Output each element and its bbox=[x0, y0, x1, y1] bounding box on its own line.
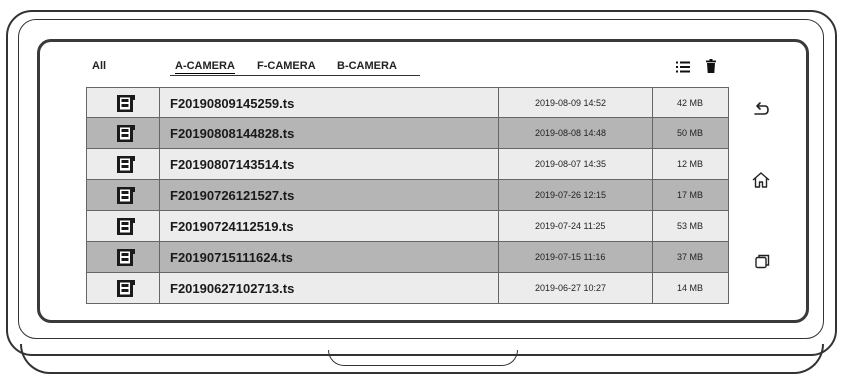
column-divider bbox=[159, 273, 160, 303]
video-file-icon bbox=[117, 249, 135, 266]
column-divider bbox=[159, 242, 160, 272]
file-row[interactable]: F20190809145259.ts 2019-08-09 14:52 42 MB bbox=[86, 87, 729, 118]
column-divider bbox=[498, 273, 499, 303]
file-date: 2019-06-27 10:27 bbox=[535, 283, 607, 293]
trash-icon[interactable] bbox=[706, 59, 716, 73]
file-date: 2019-07-24 11:25 bbox=[535, 221, 606, 231]
video-file-icon bbox=[117, 280, 135, 297]
column-divider bbox=[498, 118, 499, 148]
file-size: 14 MB bbox=[677, 283, 704, 293]
file-name: F20190808144828.ts bbox=[170, 126, 295, 141]
video-file-icon bbox=[117, 125, 135, 142]
file-size: 42 MB bbox=[677, 98, 704, 108]
column-divider bbox=[652, 242, 653, 272]
column-divider bbox=[652, 88, 653, 117]
list-icon[interactable] bbox=[676, 61, 690, 73]
file-date: 2019-07-15 11:16 bbox=[535, 252, 606, 262]
column-divider bbox=[159, 211, 160, 241]
column-divider bbox=[652, 273, 653, 303]
column-divider bbox=[652, 149, 653, 179]
file-row[interactable]: F20190724112519.ts 2019-07-24 11:25 53 MB bbox=[86, 211, 729, 242]
video-file-icon bbox=[117, 95, 135, 112]
file-date: 2019-07-26 12:15 bbox=[535, 190, 607, 200]
file-table: F20190809145259.ts 2019-08-09 14:52 42 MB F… bbox=[86, 87, 729, 304]
column-divider bbox=[159, 149, 160, 179]
home-icon[interactable] bbox=[750, 170, 772, 190]
column-divider bbox=[159, 88, 160, 117]
file-row[interactable]: F20190715111624.ts 2019-07-15 11:16 37 MB bbox=[86, 242, 729, 273]
file-name: F20190715111624.ts bbox=[170, 250, 293, 265]
file-row[interactable]: F20190726121527.ts 2019-07-26 12:15 17 MB bbox=[86, 180, 729, 211]
file-row[interactable]: F20190807143514.ts 2019-08-07 14:35 12 MB bbox=[86, 149, 729, 180]
video-file-icon bbox=[117, 187, 135, 204]
column-divider bbox=[498, 88, 499, 117]
video-file-icon bbox=[117, 218, 135, 235]
file-date: 2019-08-09 14:52 bbox=[535, 98, 607, 108]
file-size: 53 MB bbox=[677, 221, 704, 231]
file-size: 50 MB bbox=[677, 128, 704, 138]
column-divider bbox=[652, 118, 653, 148]
column-divider bbox=[652, 180, 653, 210]
file-name: F20190809145259.ts bbox=[170, 96, 295, 111]
file-size: 17 MB bbox=[677, 190, 704, 200]
camera-tab-group: A-CAMERA F-CAMERA B-CAMERA bbox=[170, 60, 420, 76]
column-divider bbox=[498, 242, 499, 272]
recent-apps-icon[interactable] bbox=[750, 252, 772, 272]
column-divider bbox=[498, 180, 499, 210]
tab-all[interactable]: All bbox=[92, 60, 106, 72]
column-divider bbox=[652, 211, 653, 241]
video-file-icon bbox=[117, 156, 135, 173]
file-date: 2019-08-08 14:48 bbox=[535, 128, 607, 138]
column-divider bbox=[159, 180, 160, 210]
column-divider bbox=[159, 118, 160, 148]
file-date: 2019-08-07 14:35 bbox=[535, 159, 607, 169]
tab-f-camera[interactable]: F-CAMERA bbox=[257, 60, 316, 72]
file-name: F20190724112519.ts bbox=[170, 219, 294, 234]
device-base-notch bbox=[328, 350, 518, 366]
file-size: 12 MB bbox=[677, 159, 704, 169]
column-divider bbox=[498, 211, 499, 241]
file-row[interactable]: F20190627102713.ts 2019-06-27 10:27 14 MB bbox=[86, 273, 729, 304]
tab-bar: All A-CAMERA F-CAMERA B-CAMERA bbox=[40, 42, 806, 76]
tab-a-camera[interactable]: A-CAMERA bbox=[175, 60, 235, 74]
file-name: F20190627102713.ts bbox=[170, 281, 295, 296]
file-row[interactable]: F20190808144828.ts 2019-08-08 14:48 50 MB bbox=[86, 118, 729, 149]
file-name: F20190807143514.ts bbox=[170, 157, 295, 172]
file-name: F20190726121527.ts bbox=[170, 188, 295, 203]
file-size: 37 MB bbox=[677, 252, 704, 262]
tab-b-camera[interactable]: B-CAMERA bbox=[337, 60, 397, 72]
back-icon[interactable] bbox=[750, 100, 772, 120]
column-divider bbox=[498, 149, 499, 179]
screen: All A-CAMERA F-CAMERA B-CAMERA F20190809… bbox=[37, 39, 809, 323]
